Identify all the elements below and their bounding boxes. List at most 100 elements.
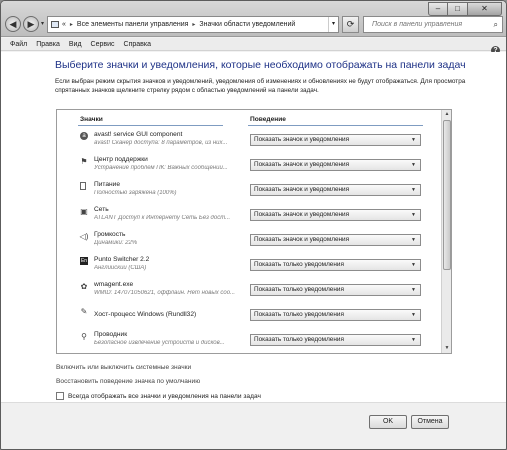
back-button[interactable]: ◀	[5, 16, 21, 32]
breadcrumb-all-items[interactable]: Все элементы панели управления	[77, 21, 188, 28]
scroll-up-icon[interactable]: ▲	[443, 110, 451, 119]
behavior-select[interactable]: Показать только уведомления ▼	[250, 334, 421, 346]
speaker-icon: ◁)	[79, 231, 89, 241]
webmoney-icon: ✿	[80, 281, 88, 291]
breadcrumb-overflow[interactable]: «	[62, 21, 66, 28]
item-name: Питание	[94, 181, 121, 188]
minimize-button[interactable]: –	[428, 2, 448, 16]
item-status: Устранение проблем ПК: Важных сообщений.…	[94, 165, 228, 171]
item-name: Сеть	[94, 206, 109, 213]
list-item: ⚲ Проводник Безопасное извлечение устрой…	[57, 329, 441, 353]
notification-icons-list: Значки Поведение a avast! service GUI co…	[56, 109, 452, 354]
behavior-select[interactable]: Показать значок и уведомления ▼	[250, 209, 421, 221]
list-scrollbar[interactable]: ▲ ▼	[441, 110, 451, 353]
avast-icon: a	[80, 132, 88, 140]
menu-edit[interactable]: Правка	[36, 41, 60, 48]
restore-defaults-link[interactable]: Восстановить поведение значка по умолчан…	[56, 378, 200, 385]
list-item: Питание Полностью заряжена (100%) Показа…	[57, 179, 441, 204]
punto-switcher-icon: En	[80, 257, 88, 265]
menu-tools[interactable]: Сервис	[91, 41, 115, 48]
item-name: avast! service GUI component	[94, 131, 183, 138]
page-description: Если выбран режим скрытия значков и увед…	[55, 78, 466, 94]
item-status: Динамики: 22%	[94, 240, 138, 246]
chevron-down-icon: ▼	[411, 337, 416, 343]
control-panel-window: – □ ✕ ◀ ▶ ▾ « ▸ Все элементы панели упра…	[0, 0, 507, 450]
behavior-value: Показать только уведомления	[254, 336, 344, 343]
behavior-value: Показать значок и уведомления	[254, 236, 350, 243]
search-icon: ⌕	[493, 19, 498, 29]
list-header: Значки Поведение	[57, 110, 441, 127]
arrow-right-icon: ▶	[27, 19, 35, 29]
refresh-icon: ⟳	[346, 19, 355, 29]
breadcrumb-separator[interactable]: ▸	[70, 21, 73, 28]
search-box[interactable]: ⌕	[363, 16, 503, 33]
forward-button[interactable]: ▶	[23, 16, 39, 32]
list-item: En Punto Switcher 2.2 Английский (США) П…	[57, 254, 441, 279]
search-input[interactable]	[370, 20, 488, 29]
item-status: avast! Сканер доступа: 8 параметров, из …	[94, 140, 228, 146]
network-icon: ▣	[80, 206, 88, 216]
chevron-down-icon: ▼	[411, 262, 416, 268]
address-bar[interactable]: « ▸ Все элементы панели управления ▸ Зна…	[47, 16, 339, 33]
usb-device-icon: ⚲	[81, 331, 87, 341]
behavior-select[interactable]: Показать значок и уведомления ▼	[250, 134, 421, 146]
chevron-down-icon: ▼	[411, 162, 416, 168]
column-header-icons: Значки	[80, 116, 103, 123]
battery-icon	[80, 182, 86, 190]
refresh-button[interactable]: ⟳	[342, 16, 359, 33]
menu-file[interactable]: Файл	[10, 41, 27, 48]
menu-help[interactable]: Справка	[124, 41, 151, 48]
main-content: Выберите значки и уведомления, которые н…	[1, 52, 506, 402]
chevron-down-icon: ▼	[411, 137, 416, 143]
list-item: ⚑ Центр поддержки Устранение проблем ПК:…	[57, 154, 441, 179]
breadcrumb-notification-icons[interactable]: Значки области уведомлений	[199, 21, 295, 28]
always-show-checkbox[interactable]	[56, 392, 64, 400]
item-name: Проводник	[94, 331, 128, 338]
behavior-select[interactable]: Показать только уведомления ▼	[250, 284, 421, 296]
page-title: Выберите значки и уведомления, которые н…	[55, 59, 466, 71]
behavior-value: Показать только уведомления	[254, 261, 344, 268]
item-name: Punto Switcher 2.2	[94, 256, 150, 263]
behavior-select[interactable]: Показать значок и уведомления ▼	[250, 234, 421, 246]
scroll-down-icon[interactable]: ▼	[443, 344, 451, 353]
item-status: Безопасное извлечение устройств и дисков…	[94, 340, 225, 346]
breadcrumb-separator[interactable]: ▸	[192, 21, 195, 28]
always-show-option: Всегда отображать все значки и уведомлен…	[56, 392, 261, 400]
behavior-value: Показать только уведомления	[254, 286, 344, 293]
title-bar: – □ ✕ ◀ ▶ ▾ « ▸ Все элементы панели упра…	[1, 1, 506, 37]
list-item: a avast! service GUI component avast! Ск…	[57, 129, 441, 154]
cancel-button[interactable]: Отмена	[411, 415, 449, 429]
behavior-value: Показать значок и уведомления	[254, 211, 350, 218]
behavior-select[interactable]: Показать только уведомления ▼	[250, 309, 421, 321]
behavior-select[interactable]: Показать значок и уведомления ▼	[250, 184, 421, 196]
column-header-behavior: Поведение	[250, 116, 286, 123]
behavior-value: Показать значок и уведомления	[254, 136, 350, 143]
item-name: wmagent.exe	[94, 281, 134, 288]
item-status: Английский (США)	[94, 265, 147, 271]
behavior-value: Показать значок и уведомления	[254, 161, 350, 168]
menu-view[interactable]: Вид	[69, 41, 82, 48]
scroll-thumb[interactable]	[443, 120, 451, 270]
close-button[interactable]: ✕	[468, 2, 502, 16]
dialog-footer: OK Отмена	[1, 402, 506, 449]
behavior-value: Показать значок и уведомления	[254, 186, 350, 193]
host-process-icon: ✎	[80, 306, 88, 316]
behavior-select[interactable]: Показать только уведомления ▼	[250, 259, 421, 271]
recent-pages-dropdown[interactable]: ▾	[41, 20, 44, 27]
chevron-down-icon: ▼	[411, 212, 416, 218]
list-item: ◁) Громкость Динамики: 22% Показать знач…	[57, 229, 441, 254]
maximize-button[interactable]: □	[448, 2, 468, 16]
item-status: ATLANT Доступ к Интернету Сеть Без дост.…	[94, 215, 231, 221]
behavior-select[interactable]: Показать значок и уведомления ▼	[250, 159, 421, 171]
list-item: ✎ Хост-процесс Windows (Rundll32) Показа…	[57, 304, 441, 329]
window-buttons: – □ ✕	[428, 2, 502, 16]
item-status: WMID: 147071050621, оффлайн. Нет новых с…	[94, 290, 236, 296]
ok-button[interactable]: OK	[369, 415, 407, 429]
address-dropdown[interactable]: ▾	[328, 17, 338, 32]
item-name: Громкость	[94, 231, 126, 238]
chevron-down-icon: ▼	[411, 237, 416, 243]
header-divider	[78, 125, 223, 126]
system-icons-link[interactable]: Включить или выключить системные значки	[56, 364, 191, 371]
always-show-label[interactable]: Всегда отображать все значки и уведомлен…	[68, 393, 261, 400]
menu-bar: Файл Правка Вид Сервис Справка	[1, 38, 506, 51]
